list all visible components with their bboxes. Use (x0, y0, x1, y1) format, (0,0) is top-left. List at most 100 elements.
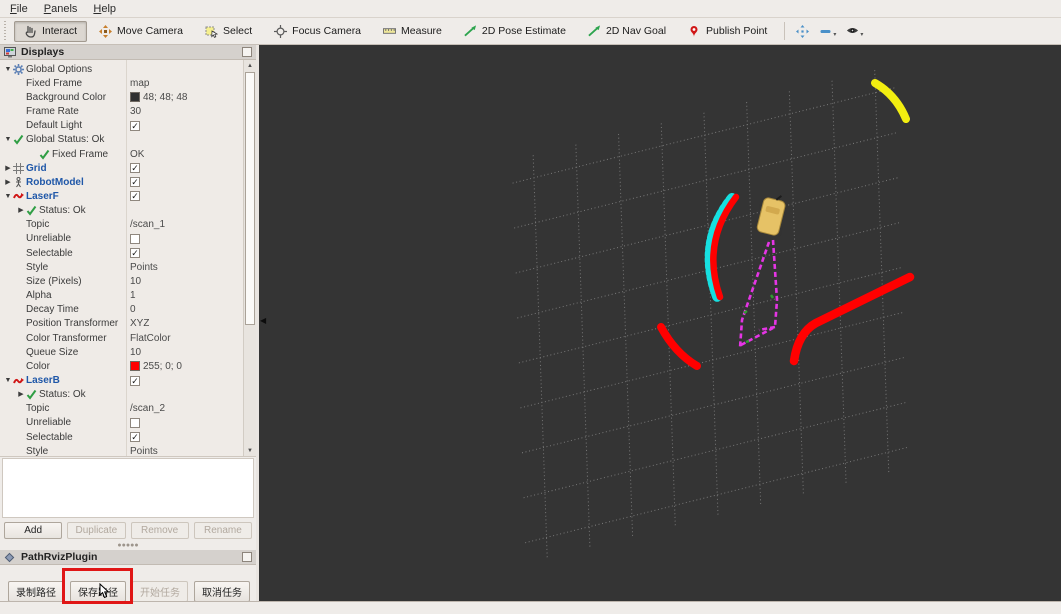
color-swatch[interactable] (130, 361, 140, 372)
move-axis-button[interactable] (791, 23, 814, 40)
property-value-cell[interactable]: 0 (127, 303, 136, 316)
tree-row[interactable]: Frame Rate 30 (0, 104, 243, 118)
scrollbar-thumb[interactable] (245, 72, 255, 325)
menu-help[interactable]: Help (93, 3, 116, 15)
property-value-cell[interactable]: map (127, 77, 149, 90)
property-value-cell[interactable]: ✓ (127, 120, 140, 131)
tree-row[interactable]: Alpha 1 (0, 289, 243, 303)
property-value-cell[interactable]: 255; 0; 0 (127, 360, 182, 373)
tree-row[interactable]: Topic/scan_2 (0, 402, 243, 416)
property-value-cell[interactable]: 10 (127, 275, 141, 288)
checkbox-unchecked[interactable] (130, 417, 140, 428)
cancel-task-button[interactable]: 取消任务 (194, 581, 250, 602)
tree-row[interactable]: Topic/scan_1 (0, 218, 243, 232)
property-value-cell[interactable]: ✓ (127, 191, 140, 202)
tree-row[interactable]: Fixed Frame map (0, 76, 243, 90)
tree-scrollbar[interactable]: ▲ ▼ (243, 60, 256, 456)
panel-collapse-arrow-icon[interactable]: ◀ (260, 317, 266, 325)
tool-2d-nav-goal[interactable]: 2D Nav Goal (578, 21, 676, 42)
tree-row[interactable]: Fixed Frame OK (0, 147, 243, 161)
property-value-cell[interactable] (127, 233, 140, 244)
tree-row[interactable]: Size (Pixels) 10 (0, 274, 243, 288)
plugin-float-button[interactable] (242, 552, 252, 562)
property-value-cell[interactable]: 10 (127, 346, 141, 359)
zoom-out-button[interactable]: ▾ (814, 23, 841, 40)
tree-row[interactable]: Background Color 48; 48; 48 (0, 90, 243, 104)
property-value-cell[interactable] (127, 417, 140, 428)
property-value-cell[interactable]: 48; 48; 48 (127, 91, 187, 104)
expander-down-icon[interactable]: ▼ (3, 374, 13, 387)
tree-row[interactable]: ▶ Status: Ok (0, 388, 243, 402)
property-value-cell[interactable]: ✓ (127, 163, 140, 174)
tool-select[interactable]: Select (195, 21, 262, 42)
tree-row[interactable]: Selectable ✓ (0, 246, 243, 260)
property-value-cell[interactable]: ✓ (127, 248, 140, 259)
tree-row[interactable]: Default Light ✓ (0, 119, 243, 133)
scrollbar-up-icon[interactable]: ▲ (244, 60, 256, 71)
checkbox-checked[interactable]: ✓ (130, 432, 140, 443)
property-value-cell[interactable]: OK (127, 148, 144, 161)
panel-splitter-handle[interactable]: ●●●●● (0, 542, 256, 550)
property-value-cell[interactable]: ✓ (127, 177, 140, 188)
checkbox-checked[interactable]: ✓ (130, 191, 140, 202)
tool-focus-camera[interactable]: Focus Camera (264, 21, 371, 42)
scrollbar-down-icon[interactable]: ▼ (244, 445, 256, 456)
tree-row[interactable]: Selectable ✓ (0, 430, 243, 444)
property-value-cell[interactable]: /scan_1 (127, 218, 165, 231)
checkbox-checked[interactable]: ✓ (130, 375, 140, 386)
tool-interact[interactable]: Interact (14, 20, 88, 42)
tree-row[interactable]: Queue Size 10 (0, 345, 243, 359)
property-value-cell[interactable]: FlatColor (127, 332, 171, 345)
checkbox-checked[interactable]: ✓ (130, 248, 140, 259)
tree-row[interactable]: ▼ Global Options (0, 62, 243, 76)
panel-float-button[interactable] (242, 47, 252, 57)
expander-right-icon[interactable]: ▶ (16, 388, 26, 401)
property-value-cell[interactable]: ✓ (127, 375, 140, 386)
tree-row[interactable]: Unreliable (0, 232, 243, 246)
tree-row[interactable]: ▼ LaserB ✓ (0, 373, 243, 387)
add-button[interactable]: Add (4, 522, 63, 539)
tool-measure[interactable]: Measure (373, 21, 452, 42)
expander-right-icon[interactable]: ▶ (3, 176, 13, 189)
dropdown-caret-icon[interactable]: ▾ (860, 32, 863, 38)
color-swatch[interactable] (130, 92, 140, 103)
expander-right-icon[interactable]: ▶ (16, 204, 26, 217)
expander-down-icon[interactable]: ▼ (3, 63, 13, 76)
tree-row[interactable]: ▼ Global Status: Ok (0, 133, 243, 147)
property-value-cell[interactable]: /scan_2 (127, 402, 165, 415)
tool-publish-point[interactable]: Publish Point (678, 21, 777, 42)
tree-row[interactable]: Position Transformer XYZ (0, 317, 243, 331)
expander-down-icon[interactable]: ▼ (3, 133, 13, 146)
tree-row[interactable]: Color Transformer FlatColor (0, 331, 243, 345)
checkbox-unchecked[interactable] (130, 233, 140, 244)
property-value-cell[interactable]: XYZ (127, 317, 149, 330)
tool-2d-pose-estimate[interactable]: 2D Pose Estimate (454, 21, 576, 42)
tree-row[interactable]: Unreliable (0, 416, 243, 430)
property-value-cell[interactable]: Points (127, 261, 158, 274)
menu-panels[interactable]: Panels (44, 3, 78, 15)
checkbox-checked[interactable]: ✓ (130, 177, 140, 188)
tree-row[interactable]: Decay Time 0 (0, 303, 243, 317)
tree-row[interactable]: ▼ LaserF ✓ (0, 189, 243, 203)
property-value-cell[interactable]: 30 (127, 105, 141, 118)
checkbox-checked[interactable]: ✓ (130, 120, 140, 131)
property-value-cell[interactable]: ✓ (127, 432, 140, 443)
tree-row[interactable]: Style Points (0, 444, 243, 456)
toolbar-grip[interactable] (3, 21, 10, 41)
visibility-button[interactable]: ▾ (841, 23, 868, 40)
tree-row[interactable]: Color 255; 0; 0 (0, 359, 243, 373)
tool-move-camera[interactable]: Move Camera (89, 21, 193, 42)
3d-viewport[interactable]: ◀ (256, 45, 1061, 601)
checkbox-checked[interactable]: ✓ (130, 163, 140, 174)
dropdown-caret-icon[interactable]: ▾ (833, 32, 836, 38)
tree-row[interactable]: ▶ RobotModel ✓ (0, 175, 243, 189)
property-value-cell[interactable]: 1 (127, 289, 136, 302)
record-path-button[interactable]: 录制路径 (8, 581, 64, 602)
property-value-cell[interactable]: Points (127, 445, 158, 456)
expander-right-icon[interactable]: ▶ (3, 162, 13, 175)
menu-file[interactable]: File (10, 3, 28, 15)
save-path-button[interactable]: 保存路径 (70, 581, 126, 602)
expander-down-icon[interactable]: ▼ (3, 190, 13, 203)
tree-row[interactable]: ▶ Status: Ok (0, 204, 243, 218)
tree-row[interactable]: Style Points (0, 260, 243, 274)
